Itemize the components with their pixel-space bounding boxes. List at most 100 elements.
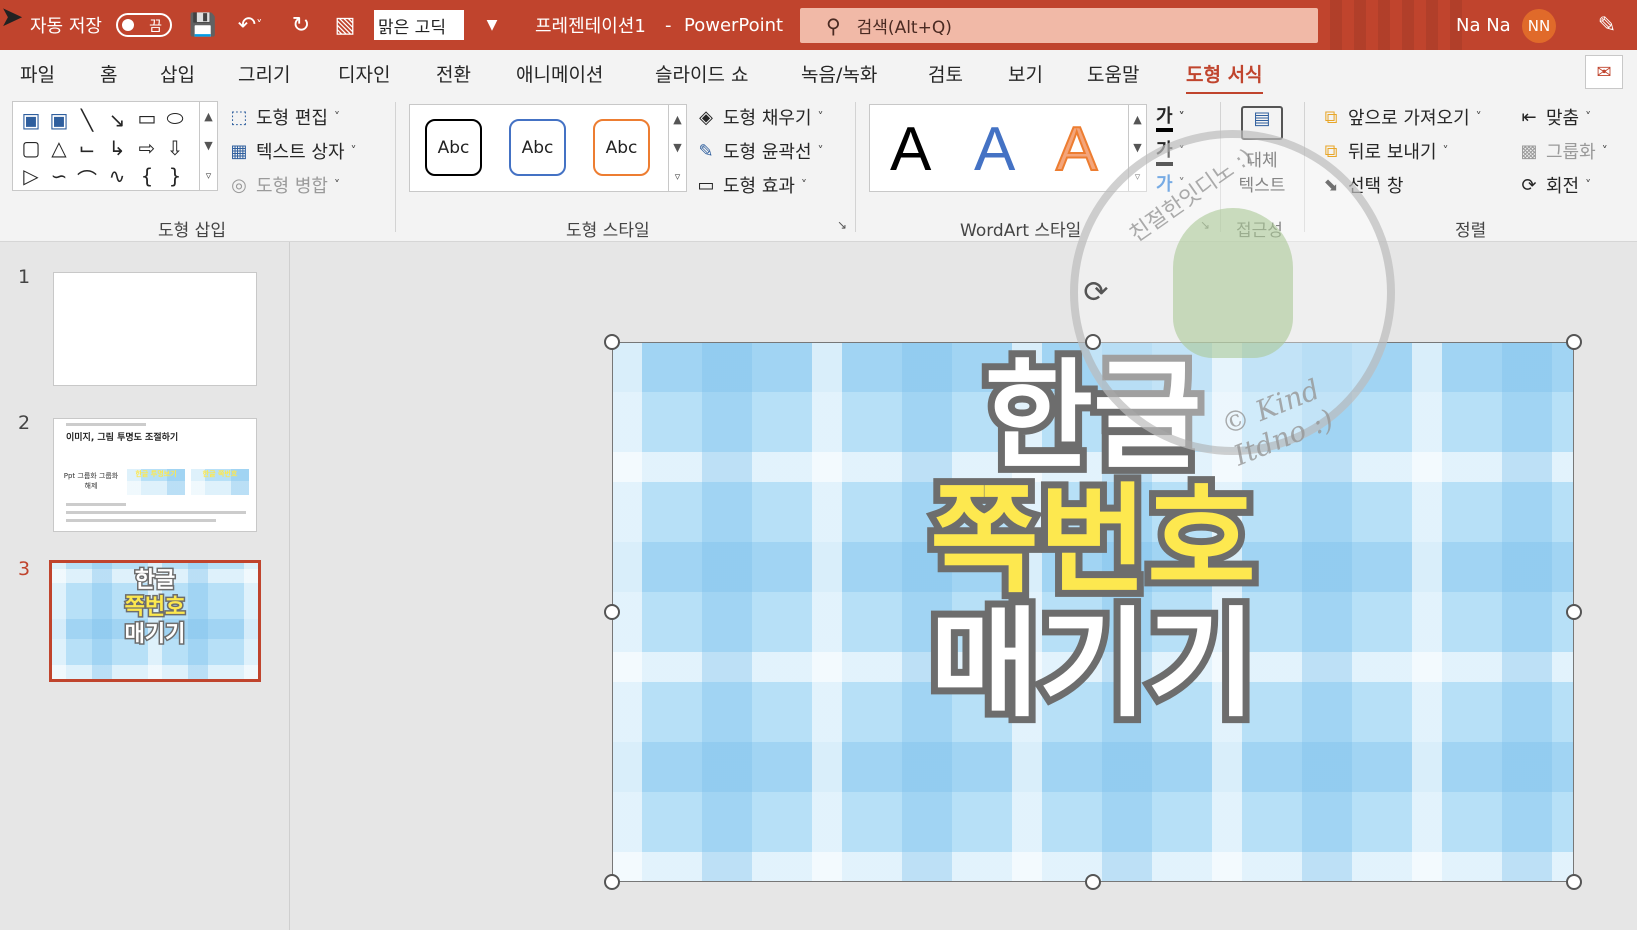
tab-slideshow[interactable]: 슬라이드 쇼 [655, 60, 748, 87]
dinosaur-mascot-icon [1173, 208, 1293, 358]
resize-handle-bottom-left[interactable] [604, 874, 620, 890]
customize-qat-icon[interactable]: ▼ [477, 10, 507, 40]
text-box-button[interactable]: ▦ 텍스트 상자 ˅ [228, 138, 356, 164]
wordart-sample-black[interactable]: A [890, 115, 931, 185]
wordart-gallery[interactable]: A A A ▲ ▼ ▿ [869, 104, 1147, 192]
slide-thumbnail-1[interactable] [53, 272, 257, 386]
resize-handle-bottom[interactable] [1085, 874, 1101, 890]
resize-handle-bottom-right[interactable] [1566, 874, 1582, 890]
tab-record[interactable]: 녹음/녹화 [801, 60, 877, 87]
font-name-select[interactable]: 맑은 고딕 [374, 10, 464, 40]
avatar[interactable]: NN [1522, 9, 1556, 43]
group-divider [855, 102, 856, 232]
align-icon: ⇤ [1521, 106, 1537, 128]
freeform-shape-icon[interactable]: ▷ [17, 164, 45, 188]
tab-view[interactable]: 보기 [1008, 60, 1043, 87]
resize-handle-right[interactable] [1566, 604, 1582, 620]
elbow-arrow-shape-icon[interactable]: ↳ [103, 136, 131, 160]
tab-draw[interactable]: 그리기 [238, 60, 290, 87]
edit-shape-button[interactable]: ⬚ 도형 편집 ˅ [228, 104, 339, 130]
resize-handle-top-left[interactable] [604, 334, 620, 350]
rotate-button[interactable]: ⟳ 회전 ˅ [1518, 172, 1591, 198]
ribbon: ▣ ▣ ╲ ↘ ▭ ⬭ ▢ △ ⌙ ↳ ⇨ ⇩ ▷ ∽ ⌒ ∿ { } ▲ ▼ ▿ … [0, 94, 1637, 242]
slide-number-2: 2 [18, 412, 31, 434]
tab-shape-format[interactable]: 도형 서식 [1186, 60, 1263, 95]
line-shape-icon[interactable]: ╲ [73, 108, 101, 132]
resize-handle-top-right[interactable] [1566, 334, 1582, 350]
right-brace-shape-icon[interactable]: } [161, 164, 189, 188]
text-fill-button[interactable]: 가 ˅ [1156, 102, 1185, 132]
shape-fill-button[interactable]: ◈ 도형 채우기 ˅ [695, 104, 823, 130]
present-icon[interactable]: ▧ [330, 10, 360, 40]
align-button[interactable]: ⇤ 맞춤 ˅ [1518, 104, 1591, 130]
tab-file[interactable]: 파일 [20, 60, 55, 87]
resize-handle-top[interactable] [1085, 334, 1101, 350]
save-icon[interactable]: 💾 [188, 10, 218, 40]
shape-styles-gallery[interactable]: Abc Abc Abc ▲ ▼ ▿ [409, 104, 687, 192]
thumb-card-1: Ppt 그룹화 그룹화 해제 [63, 472, 119, 490]
pen-icon[interactable]: ✎ [1592, 10, 1622, 40]
undo-icon[interactable]: ↶ ˅ [230, 10, 270, 40]
thumb-header-line [66, 423, 146, 426]
triangle-shape-icon[interactable]: △ [45, 136, 73, 160]
shape-styles-launcher-icon[interactable]: ↘ [837, 218, 847, 232]
group-button[interactable]: ▩ 그룹화 ˅ [1518, 138, 1607, 164]
rounded-rect-shape-icon[interactable]: ▢ [17, 136, 45, 160]
shape-style-sample-blue[interactable]: Abc [509, 119, 566, 176]
rectangle-shape-icon[interactable]: ▭ [133, 106, 161, 130]
shapes-gallery[interactable]: ▣ ▣ ╲ ↘ ▭ ⬭ ▢ △ ⌙ ↳ ⇨ ⇩ ▷ ∽ ⌒ ∿ { } ▲ ▼ ▿ [12, 101, 218, 193]
scribble-shape-icon[interactable]: ∽ [45, 164, 73, 188]
slide-thumbnail-3[interactable]: 한글 쪽번호 매기기 [49, 560, 261, 682]
rotate-handle-icon[interactable]: ⟳ [1079, 276, 1113, 310]
comments-button[interactable]: ✉ [1585, 55, 1623, 89]
rotate-icon: ⟳ [1521, 174, 1537, 196]
tab-help[interactable]: 도움말 [1087, 60, 1139, 87]
autosave-toggle[interactable]: 끔 [116, 13, 172, 37]
resize-handle-left[interactable] [604, 604, 620, 620]
down-arrow-shape-icon[interactable]: ⇩ [161, 136, 189, 160]
shape-outline-button[interactable]: ✎ 도형 윤곽선 ˅ [695, 138, 823, 164]
edit-shape-icon: ⬚ [230, 106, 248, 128]
comment-icon: ✉ [1596, 61, 1612, 83]
search-placeholder: 검색(Alt+Q) [856, 18, 952, 38]
tab-design[interactable]: 디자인 [338, 60, 390, 87]
search-box[interactable]: ⚲ 검색(Alt+Q) [800, 8, 1318, 43]
slide-number-3: 3 [18, 558, 31, 580]
right-arrow-shape-icon[interactable]: ⇨ [133, 136, 161, 160]
shape-style-sample-black[interactable]: Abc [425, 119, 482, 176]
tab-insert[interactable]: 삽입 [160, 60, 195, 87]
tab-animations[interactable]: 애니메이션 [516, 60, 603, 87]
merge-shapes-button[interactable]: ◎ 도형 병합 ˅ [228, 172, 340, 198]
wordart-sample-blue[interactable]: A [974, 115, 1015, 185]
slide-thumbnail-2[interactable]: 이미지, 그림 투명도 조절하기 Ppt 그룹화 그룹화 해제 한글 투명보기 … [53, 418, 257, 532]
title-separator: - [665, 14, 672, 36]
text-box-shape-icon[interactable]: ▣ [17, 108, 45, 132]
selection-frame [612, 342, 1574, 882]
arrow-line-shape-icon[interactable]: ↘ [103, 108, 131, 132]
wordart-sample-orange[interactable]: A [1055, 114, 1098, 185]
oval-shape-icon[interactable]: ⬭ [161, 106, 189, 130]
thumb-line-3: 매기기 [123, 621, 187, 649]
pencil-outline-icon: ✎ [698, 140, 714, 162]
shapes-gallery-scroll[interactable]: ▲ ▼ ▿ [199, 102, 217, 190]
left-brace-shape-icon[interactable]: { [133, 164, 161, 188]
curve-shape-icon[interactable]: ∿ [103, 164, 131, 188]
vertical-text-box-shape-icon[interactable]: ▣ [45, 108, 73, 132]
redo-icon[interactable]: ↻ [286, 10, 316, 40]
watermark-logo: 친절한잇디노 :) © Kind Itdno :) [1070, 130, 1395, 472]
shape-style-sample-orange[interactable]: Abc [593, 119, 650, 176]
send-backward-button[interactable]: ⧉ 뒤로 보내기 ˅ [1320, 138, 1449, 164]
arc-shape-icon[interactable]: ⌒ [73, 164, 101, 193]
tab-review[interactable]: 검토 [928, 60, 963, 87]
shape-styles-scroll[interactable]: ▲ ▼ ▿ [668, 105, 686, 191]
thumb-line-2: 쪽번호 [123, 594, 187, 622]
tab-home[interactable]: 홈 [100, 60, 117, 87]
elbow-connector-shape-icon[interactable]: ⌙ [73, 136, 101, 160]
tab-transitions[interactable]: 전환 [436, 60, 471, 87]
autosave-label: 자동 저장 [30, 16, 102, 37]
insert-shapes-group-label: 도형 삽입 [158, 221, 226, 241]
wordart-group-label: WordArt 스타일 [960, 221, 1082, 241]
bring-forward-button[interactable]: ⧉ 앞으로 가져오기 ˅ [1320, 104, 1482, 130]
paint-bucket-icon: ◈ [699, 106, 713, 128]
shape-effects-button[interactable]: ▭ 도형 효과 ˅ [695, 172, 806, 198]
